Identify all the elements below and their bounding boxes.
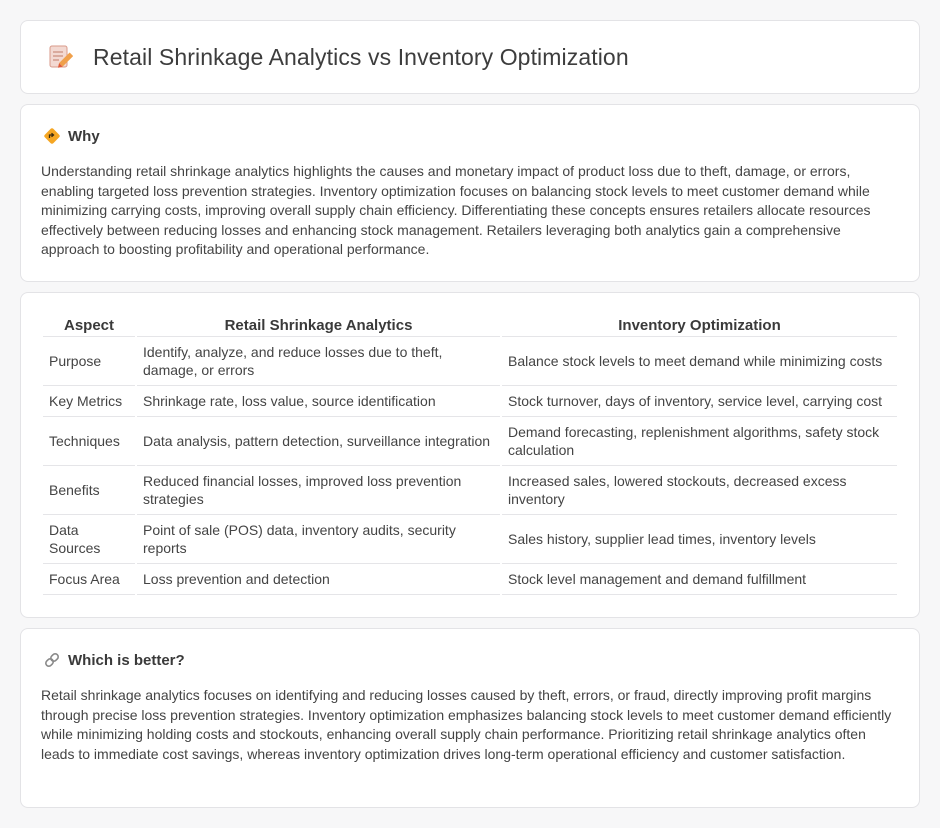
inventory-cell: Stock level management and demand fulfil… (502, 564, 897, 595)
table-row: Purpose Identify, analyze, and reduce lo… (43, 337, 897, 386)
title-card: Retail Shrinkage Analytics vs Inventory … (20, 20, 920, 94)
shrinkage-cell: Loss prevention and detection (137, 564, 500, 595)
shrinkage-cell: Shrinkage rate, loss value, source ident… (137, 386, 500, 417)
better-text: Retail shrinkage analytics focuses on id… (41, 687, 892, 762)
row-aspect: Techniques (43, 417, 135, 466)
header-aspect: Aspect (43, 315, 135, 337)
why-header: Why (43, 127, 100, 145)
diamond-direction-icon (43, 127, 61, 145)
inventory-cell: Increased sales, lowered stockouts, decr… (502, 466, 897, 515)
table-row: Key Metrics Shrinkage rate, loss value, … (43, 386, 897, 417)
comparison-card: Aspect Retail Shrinkage Analytics Invent… (20, 292, 920, 618)
shrinkage-cell: Point of sale (POS) data, inventory audi… (137, 515, 500, 564)
table-row: Techniques Data analysis, pattern detect… (43, 417, 897, 466)
header-shrinkage: Retail Shrinkage Analytics (137, 315, 500, 337)
title-row: Retail Shrinkage Analytics vs Inventory … (47, 43, 629, 71)
memo-pencil-icon (47, 43, 74, 71)
table-row: Benefits Reduced financial losses, impro… (43, 466, 897, 515)
row-aspect: Benefits (43, 466, 135, 515)
inventory-cell: Demand forecasting, replenishment algori… (502, 417, 897, 466)
header-inventory: Inventory Optimization (502, 315, 897, 337)
table-header-row: Aspect Retail Shrinkage Analytics Invent… (43, 315, 897, 337)
comparison-table: Aspect Retail Shrinkage Analytics Invent… (41, 315, 899, 595)
row-aspect: Key Metrics (43, 386, 135, 417)
better-heading: Which is better? (68, 651, 185, 669)
link-icon (43, 651, 61, 669)
shrinkage-cell: Data analysis, pattern detection, survei… (137, 417, 500, 466)
which-is-better-section: Which is better? Retail shrinkage analyt… (20, 628, 920, 808)
why-section: Why Understanding retail shrinkage analy… (20, 104, 920, 282)
better-header: Which is better? (43, 651, 185, 669)
shrinkage-cell: Identify, analyze, and reduce losses due… (137, 337, 500, 386)
page-title: Retail Shrinkage Analytics vs Inventory … (93, 43, 629, 70)
table-row: Data Sources Point of sale (POS) data, i… (43, 515, 897, 564)
shrinkage-cell: Reduced financial losses, improved loss … (137, 466, 500, 515)
inventory-cell: Sales history, supplier lead times, inve… (502, 515, 897, 564)
inventory-cell: Balance stock levels to meet demand whil… (502, 337, 897, 386)
inventory-cell: Stock turnover, days of inventory, servi… (502, 386, 897, 417)
why-heading: Why (68, 127, 100, 145)
row-aspect: Focus Area (43, 564, 135, 595)
why-text: Understanding retail shrinkage analytics… (41, 163, 871, 257)
row-aspect: Data Sources (43, 515, 135, 564)
table-row: Focus Area Loss prevention and detection… (43, 564, 897, 595)
row-aspect: Purpose (43, 337, 135, 386)
